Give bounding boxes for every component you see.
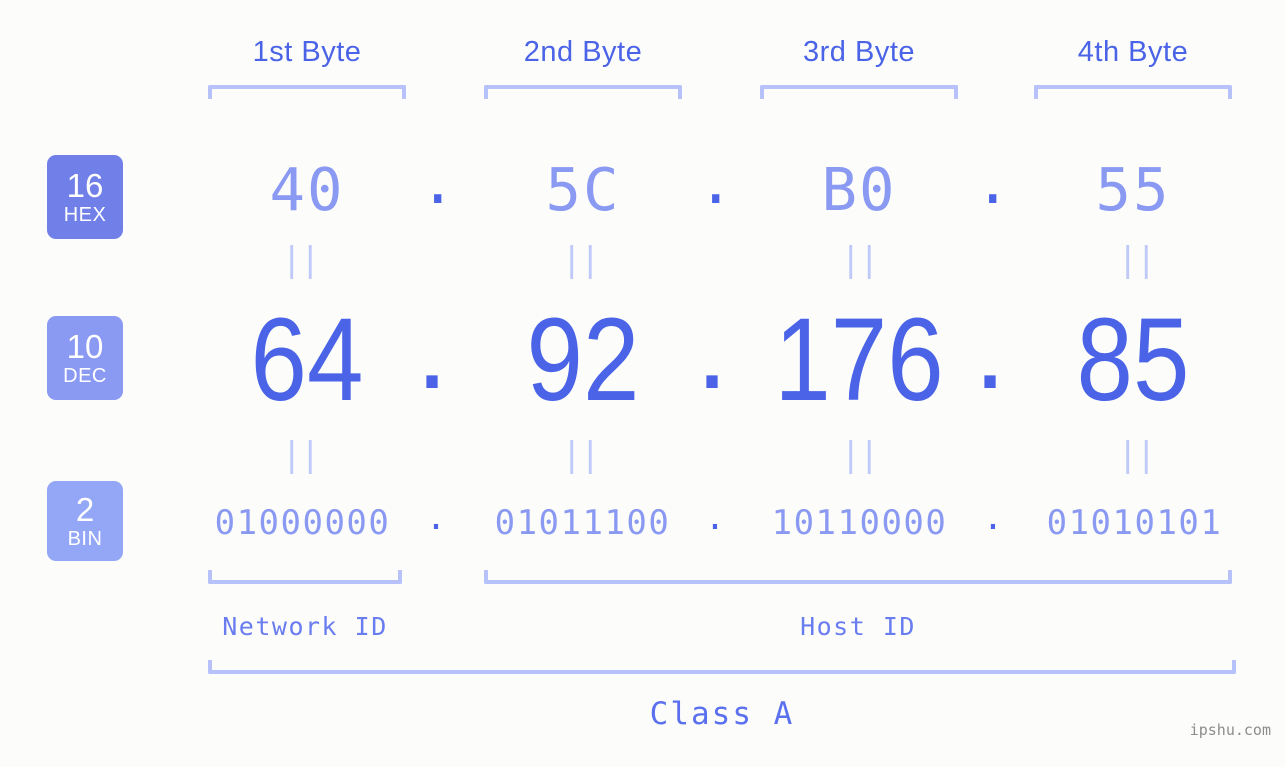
dec-separator-1: . — [415, 282, 449, 414]
byte-bracket-3 — [760, 85, 958, 99]
network-id-bracket — [208, 570, 402, 584]
base-badge-dec-number: 10 — [66, 327, 104, 365]
base-badge-hex-number: 16 — [66, 166, 104, 204]
base-badge-bin-abbr: BIN — [67, 527, 103, 550]
byte-bracket-4 — [1034, 85, 1232, 99]
equals-marker-dec-bin-4: || — [1117, 435, 1157, 475]
bin-byte-2: 01011100 — [494, 503, 671, 543]
bin-byte-4: 01010101 — [1046, 503, 1223, 543]
base-badge-bin-number: 2 — [75, 490, 95, 528]
hex-byte-1: 40 — [269, 155, 345, 224]
host-id-label: Host ID — [800, 612, 916, 641]
network-id-label: Network ID — [222, 612, 388, 641]
byte-bracket-1 — [208, 85, 406, 99]
base-badge-bin: 2 BIN — [47, 481, 123, 561]
dec-byte-3: 176 — [774, 294, 944, 426]
equals-marker-dec-bin-2: || — [561, 435, 601, 475]
dec-byte-1: 64 — [250, 294, 364, 426]
bin-byte-3: 10110000 — [771, 503, 948, 543]
base-badge-dec-abbr: DEC — [63, 364, 107, 387]
base-badge-hex-abbr: HEX — [63, 203, 107, 226]
byte-header-1: 1st Byte — [252, 36, 362, 68]
bin-separator-2: . — [704, 498, 726, 538]
hex-separator-3: . — [975, 148, 1011, 217]
equals-marker-hex-dec-3: || — [840, 240, 880, 280]
equals-marker-hex-dec-1: || — [281, 240, 321, 280]
bin-separator-3: . — [982, 498, 1004, 538]
base-badge-dec: 10 DEC — [47, 316, 123, 400]
equals-marker-dec-bin-1: || — [281, 435, 321, 475]
bin-byte-1: 01000000 — [214, 503, 391, 543]
dec-separator-2: . — [695, 282, 729, 414]
equals-marker-dec-bin-3: || — [840, 435, 880, 475]
byte-header-4: 4th Byte — [1077, 36, 1189, 68]
hex-byte-4: 55 — [1095, 155, 1171, 224]
host-id-bracket — [484, 570, 1232, 584]
dec-byte-2: 92 — [526, 294, 640, 426]
class-bracket — [208, 660, 1236, 674]
class-label: Class A — [649, 696, 795, 732]
bin-separator-1: . — [425, 498, 447, 538]
byte-header-2: 2nd Byte — [523, 36, 643, 68]
hex-separator-2: . — [698, 148, 734, 217]
byte-header-3: 3rd Byte — [803, 36, 915, 68]
dec-separator-3: . — [973, 282, 1007, 414]
equals-marker-hex-dec-2: || — [561, 240, 601, 280]
base-badge-hex: 16 HEX — [47, 155, 123, 239]
dec-byte-4: 85 — [1076, 294, 1190, 426]
watermark: ipshu.com — [1189, 721, 1271, 739]
equals-marker-hex-dec-4: || — [1117, 240, 1157, 280]
ip-breakdown-diagram: 1st Byte 2nd Byte 3rd Byte 4th Byte 16 H… — [0, 0, 1285, 767]
hex-byte-3: B0 — [821, 155, 897, 224]
hex-byte-2: 5C — [545, 155, 621, 224]
byte-bracket-2 — [484, 85, 682, 99]
hex-separator-1: . — [420, 148, 456, 217]
